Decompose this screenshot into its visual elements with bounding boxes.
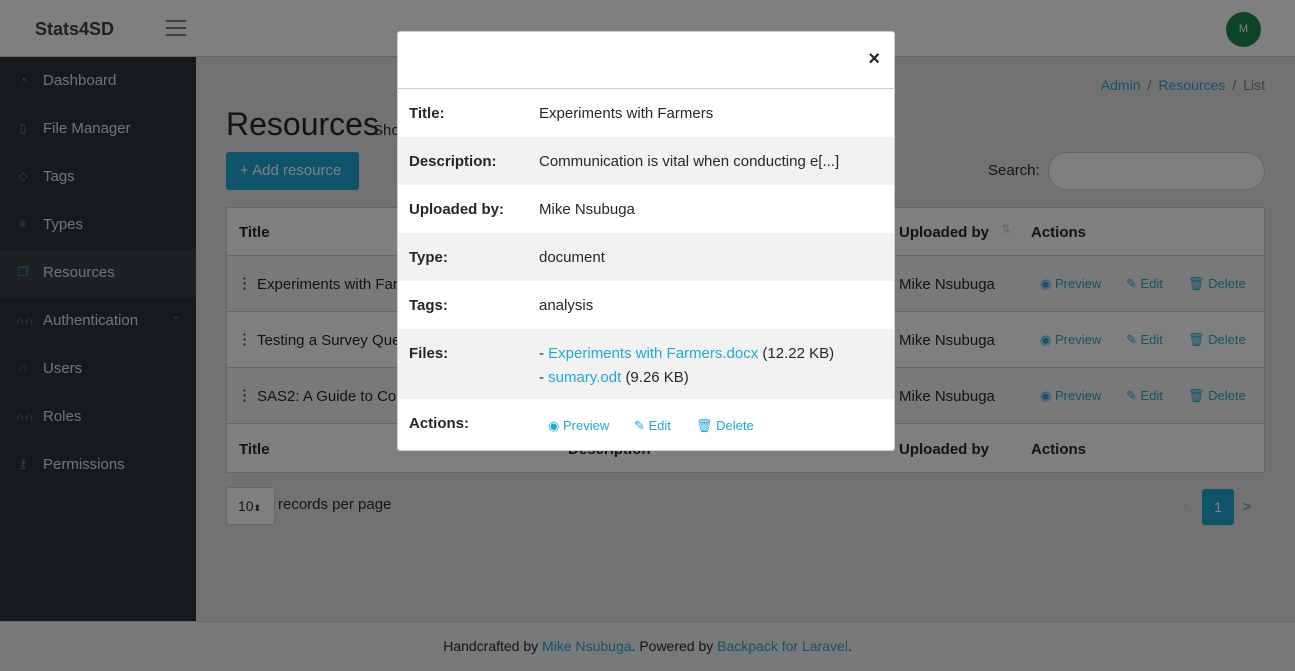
modal-row-tags: Tags: analysis [409,297,594,314]
modal-row-type: Type: document [398,233,894,281]
modal-tags-value: analysis [539,297,594,314]
modal-description-value: Communication is vital when conducting e… [539,153,840,170]
modal-edit-button[interactable]: ✎ Edit [634,418,671,434]
modal-delete-button[interactable]: 🗑 Delete [696,418,754,434]
close-icon[interactable]: × [868,48,880,70]
modal-type-value: document [539,249,605,266]
modal-header: × [398,32,894,89]
modal-row-uploaded-by: Uploaded by: Mike Nsubuga [409,201,635,218]
modal-row-description: Description: Communication is vital when… [398,137,894,185]
modal-uploaded-by-value: Mike Nsubuga [539,201,635,218]
file-link[interactable]: Experiments with Farmers.docx [548,345,758,362]
resource-preview-modal: × Title: Experiments with Farmers Descri… [397,31,895,451]
file-list-item: - Experiments with Farmers.docx (12.22 K… [539,345,835,362]
file-link[interactable]: sumary.odt [548,369,621,386]
modal-row-actions: Actions: ◉ Preview ✎ Edit 🗑 Delete [409,415,754,434]
modal-title-value: Experiments with Farmers [539,105,714,122]
modal-preview-button[interactable]: ◉ Preview [548,418,609,434]
modal-row-title: Title: Experiments with Farmers [409,105,714,122]
file-list-item: - sumary.odt (9.26 KB) [539,369,689,386]
modal-row-files: Files: - Experiments with Farmers.docx (… [398,329,894,399]
